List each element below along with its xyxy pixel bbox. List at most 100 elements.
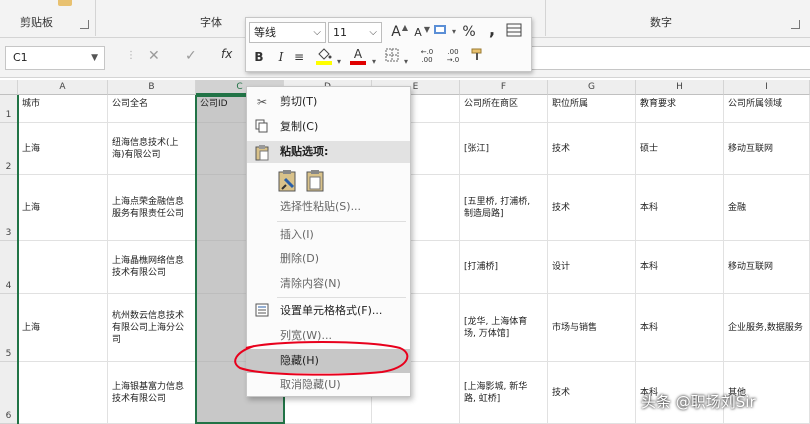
ribbon-separator [545,0,546,36]
row-header[interactable]: 2 [0,123,18,175]
paste-values-icon[interactable] [305,169,327,193]
font-name-select[interactable]: 等线 ⌵ [249,22,326,43]
menu-item-unhide[interactable]: 取消隐藏(U) [247,373,410,397]
row-header[interactable]: 6 [0,362,18,424]
italic-button[interactable]: I [272,47,290,67]
menu-item-clear-contents[interactable]: 清除内容(N) [247,272,410,296]
table-cell[interactable]: [五里桥, 打浦桥, 制造局路] [460,175,548,241]
table-cell[interactable]: 上海 [18,175,108,241]
table-cell[interactable]: 纽海信息技术(上 海)有限公司 [108,123,196,175]
menu-item-label: 取消隐藏(U) [280,378,341,391]
clipboard-launcher-icon[interactable] [80,20,89,29]
select-all-corner[interactable] [0,80,18,95]
column-header-a[interactable]: A [18,80,108,95]
align-center-icon[interactable]: ≡ [290,47,308,67]
insert-function-icon[interactable]: fx [221,47,232,61]
table-cell[interactable]: 技术 [548,362,636,424]
cancel-icon[interactable]: ✕ [148,48,160,64]
increase-decimal-button[interactable]: ←.0 .00 [416,48,438,68]
table-cell[interactable]: [张江] [460,123,548,175]
chevron-down-icon[interactable]: ⌵ [313,23,321,42]
table-cell[interactable]: 本科 [636,241,724,294]
number-launcher-icon[interactable] [791,20,800,29]
column-header-g[interactable]: G [548,80,636,95]
header-cell[interactable]: 职位所属 [548,95,636,123]
table-cell[interactable]: 设计 [548,241,636,294]
table-cell[interactable]: 上海 [18,294,108,362]
scissors-icon: ✂ [256,95,268,109]
chevron-down-icon[interactable]: ▾ [402,52,410,72]
header-cell[interactable]: 公司全名 [108,95,196,123]
menu-item-label: 剪切(T) [280,95,318,108]
format-table-icon[interactable] [505,22,523,42]
percent-style-button[interactable]: % [460,22,478,42]
table-cell[interactable]: [上海影城, 新华 路, 虹桥] [460,362,548,424]
chevron-down-icon[interactable]: ▾ [335,52,343,72]
table-cell[interactable]: 技术 [548,175,636,241]
menu-item-format-cells[interactable]: 设置单元格格式(F)... [247,299,410,323]
column-header-i[interactable]: I [724,80,810,95]
font-size-select[interactable]: 11 ⌵ [328,22,382,43]
borders-icon[interactable] [383,47,401,67]
menu-item-hide[interactable]: 隐藏(H) [247,349,410,373]
menu-item-label: 粘贴选项: [280,145,329,158]
format-cells-icon [253,303,271,319]
enter-icon[interactable]: ✓ [185,48,197,64]
paste-formatting-icon[interactable] [277,169,299,193]
row-header[interactable]: 3 [0,175,18,241]
table-cell[interactable]: 上海银基富力信息 技术有限公司 [108,362,196,424]
menu-item-copy[interactable]: 复制(C) [247,115,410,139]
menu-item-cut[interactable]: ✂ 剪切(T) [247,90,410,114]
row-header[interactable]: 1 [0,95,18,123]
menu-item-insert[interactable]: 插入(I) [247,223,410,247]
accounting-format-icon[interactable] [432,22,450,42]
chevron-down-icon[interactable]: ▼ [91,47,98,69]
table-cell[interactable]: 本科 [636,294,724,362]
bold-button[interactable]: B [250,47,268,67]
table-cell[interactable]: 市场与销售 [548,294,636,362]
format-painter-icon[interactable] [468,47,486,67]
menu-item-paste-special[interactable]: 选择性粘贴(S)... [247,195,410,219]
menu-item-column-width[interactable]: 列宽(W)... [247,324,410,348]
table-cell[interactable] [18,362,108,424]
chevron-down-icon[interactable]: ▾ [450,22,458,42]
table-cell[interactable]: 移动互联网 [724,123,810,175]
fill-color-button[interactable] [314,46,334,66]
name-box[interactable]: C1 ▼ [5,46,105,70]
format-painter-icon[interactable] [58,0,72,6]
header-cell[interactable]: 教育要求 [636,95,724,123]
caret-up-icon: ▲ [401,23,409,32]
table-cell[interactable]: 金融 [724,175,810,241]
menu-item-delete[interactable]: 删除(D) [247,247,410,271]
column-header-b[interactable]: B [108,80,196,95]
watermark: 头条 @职场刘Sir [641,393,756,411]
font-color-button[interactable]: A [348,46,368,66]
table-cell[interactable]: 企业服务,数据服务 [724,294,810,362]
copy-icon [253,119,271,135]
header-cell[interactable]: 公司所在商区 [460,95,548,123]
table-cell[interactable]: [打浦桥] [460,241,548,294]
table-cell[interactable]: 上海 [18,123,108,175]
table-cell[interactable]: 硕士 [636,123,724,175]
table-cell[interactable]: 移动互联网 [724,241,810,294]
comma-style-button[interactable]: , [483,20,501,40]
column-header-f[interactable]: F [460,80,548,95]
chevron-down-icon[interactable]: ⌵ [369,23,377,42]
table-cell[interactable]: [龙华, 上海体育 场, 万体馆] [460,294,548,362]
table-cell[interactable]: 杭州数云信息技术 有限公司上海分公 司 [108,294,196,362]
header-cell[interactable]: 城市 [18,95,108,123]
row-number: 5 [5,349,12,359]
table-cell[interactable]: 本科 [636,175,724,241]
header-cell[interactable]: 公司所属领域 [724,95,810,123]
decrease-decimal-button[interactable]: .00 →.0 [442,48,464,68]
table-cell[interactable] [18,241,108,294]
chevron-down-icon[interactable]: ▾ [370,52,378,72]
table-cell[interactable]: 上海点荣金融信息 服务有限责任公司 [108,175,196,241]
row-number: 4 [5,281,12,291]
column-header-h[interactable]: H [636,80,724,95]
table-cell[interactable]: 技术 [548,123,636,175]
menu-item-label: 选择性粘贴(S)... [280,200,362,213]
row-header[interactable]: 4 [0,241,18,294]
row-header[interactable]: 5 [0,294,18,362]
table-cell[interactable]: 上海晶樵网络信息 技术有限公司 [108,241,196,294]
